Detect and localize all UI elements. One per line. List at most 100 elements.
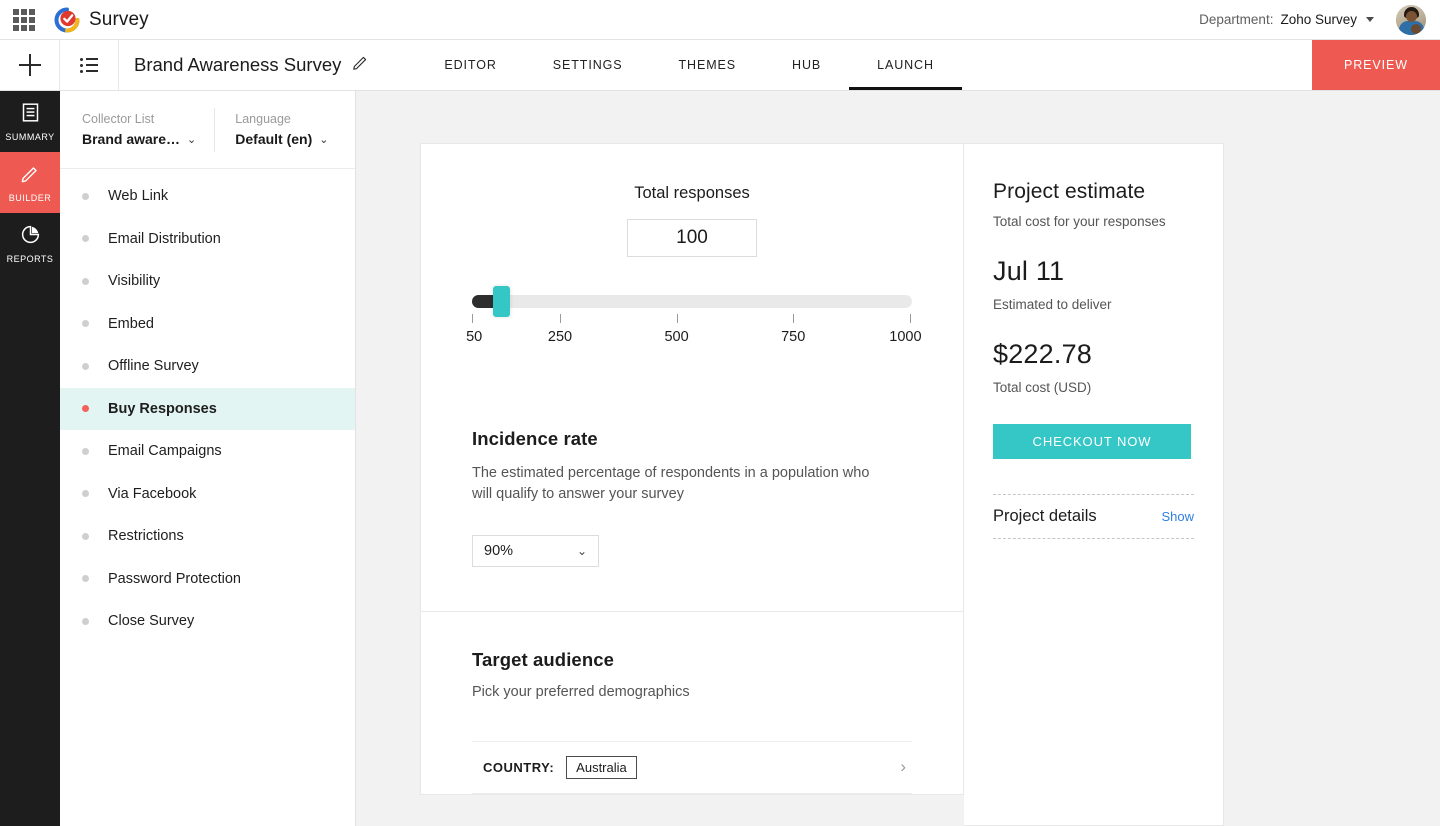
nav-item-label: Password Protection xyxy=(108,570,241,587)
sidebar-item-label: SUMMARY xyxy=(5,131,55,142)
avatar[interactable] xyxy=(1396,4,1426,35)
delivery-caption: Estimated to deliver xyxy=(993,297,1112,312)
status-dot xyxy=(82,405,89,413)
project-estimate-caption: Total cost for your responses xyxy=(993,214,1166,229)
tab-editor[interactable]: EDITOR xyxy=(416,40,524,90)
pencil-edit-icon[interactable] xyxy=(352,54,369,76)
tab-label: SETTINGS xyxy=(552,58,623,72)
status-dot xyxy=(82,320,89,328)
total-cost: $222.78 xyxy=(993,339,1092,369)
total-responses-section: Total responses 100 50 250 500 750 1000 xyxy=(421,144,963,391)
total-responses-title: Total responses xyxy=(634,184,750,202)
incidence-rate-title: Incidence rate xyxy=(472,428,598,449)
language-caption: Language xyxy=(235,112,291,126)
buy-responses-card: Total responses 100 50 250 500 750 1000 … xyxy=(420,143,964,795)
project-estimate-title: Project estimate xyxy=(993,180,1146,203)
sidebar-item-summary[interactable]: SUMMARY xyxy=(0,91,60,152)
chevron-down-icon: ⌄ xyxy=(576,544,587,559)
tab-hub[interactable]: HUB xyxy=(764,40,849,90)
responses-slider[interactable]: 50 250 500 750 1000 xyxy=(466,286,922,349)
department-value[interactable]: Zoho Survey xyxy=(1280,12,1357,27)
preview-button[interactable]: PREVIEW xyxy=(1312,40,1440,90)
app-logo-group[interactable]: Survey xyxy=(54,7,149,33)
sidebar-item-password-protection[interactable]: Password Protection xyxy=(60,558,355,601)
collector-list-caption: Collector List xyxy=(82,112,155,126)
nav-item-label: Via Facebook xyxy=(108,485,197,502)
incidence-rate-value: 90% xyxy=(484,543,514,560)
total-cost-caption: Total cost (USD) xyxy=(993,380,1092,395)
chevron-down-icon: ⌄ xyxy=(319,133,329,146)
caret-down-icon[interactable] xyxy=(1366,17,1374,22)
nav-item-label: Web Link xyxy=(108,188,169,205)
tick-label: 750 xyxy=(781,329,806,345)
status-dot xyxy=(82,277,89,285)
status-dot xyxy=(82,532,89,540)
collector-list-selector[interactable]: Collector List Brand aware… ⌄ xyxy=(60,112,196,147)
project-details-row: Project details Show xyxy=(993,495,1194,539)
tick-label: 50 xyxy=(466,329,483,345)
incidence-rate-select[interactable]: 90% ⌄ xyxy=(472,535,599,568)
sidebar-item-buy-responses[interactable]: Buy Responses xyxy=(60,387,355,430)
tab-label: LAUNCH xyxy=(877,58,934,72)
sidebar-item-offline-survey[interactable]: Offline Survey xyxy=(60,345,355,388)
sidebar-item-label: BUILDER xyxy=(8,192,52,203)
sidebar-item-email-campaigns[interactable]: Email Campaigns xyxy=(60,430,355,473)
sidebar-item-embed[interactable]: Embed xyxy=(60,303,355,346)
sidebar-item-via-facebook[interactable]: Via Facebook xyxy=(60,473,355,516)
target-audience-title: Target audience xyxy=(472,649,615,671)
document-icon xyxy=(20,102,41,128)
nav-item-label: Email Campaigns xyxy=(108,443,222,460)
add-survey-button[interactable] xyxy=(0,40,60,90)
language-selector[interactable]: Language Default (en) ⌄ xyxy=(214,107,328,152)
checkout-now-button[interactable]: CHECKOUT NOW xyxy=(993,424,1191,459)
list-view-icon xyxy=(80,57,98,73)
status-dot xyxy=(82,575,89,583)
main-tabs: EDITOR SETTINGS THEMES HUB LAUNCH xyxy=(416,40,962,90)
slider-handle[interactable] xyxy=(493,286,510,317)
status-dot xyxy=(82,447,89,455)
grid-apps-icon[interactable] xyxy=(12,8,36,32)
country-value[interactable]: Australia xyxy=(566,755,637,779)
app-name: Survey xyxy=(89,8,149,30)
tab-themes[interactable]: THEMES xyxy=(651,40,765,90)
show-details-link[interactable]: Show xyxy=(1161,509,1194,524)
nav-item-label: Visibility xyxy=(108,273,161,290)
language-value: Default (en) ⌄ xyxy=(235,131,328,147)
incidence-rate-section: Incidence rate The estimated percentage … xyxy=(421,391,963,611)
status-dot xyxy=(82,617,89,625)
target-audience-section: Target audience Pick your preferred demo… xyxy=(421,612,963,794)
target-audience-description: Pick your preferred demographics xyxy=(472,684,690,701)
survey-toolbar: Brand Awareness Survey EDITOR SETTINGS T… xyxy=(0,40,1440,91)
sidebar-item-visibility[interactable]: Visibility xyxy=(60,260,355,303)
incidence-rate-description: The estimated percentage of respondents … xyxy=(472,465,870,502)
tick-label: 1000 xyxy=(889,329,922,345)
slider-tick-marks xyxy=(472,314,912,324)
nav-item-label: Restrictions xyxy=(108,528,184,545)
total-responses-input[interactable]: 100 xyxy=(627,219,757,257)
collector-panel: Collector List Brand aware… ⌄ Language D… xyxy=(60,91,356,826)
survey-list-button[interactable] xyxy=(60,40,119,90)
nav-item-label: Embed xyxy=(108,315,154,332)
collector-list-text: Brand aware… xyxy=(82,131,181,147)
collector-nav-list: Web Link Email Distribution Visibility E… xyxy=(60,169,355,643)
sidebar-item-email-distribution[interactable]: Email Distribution xyxy=(60,218,355,261)
sidebar-item-close-survey[interactable]: Close Survey xyxy=(60,600,355,643)
nav-item-label: Buy Responses xyxy=(108,400,217,417)
chevron-right-icon[interactable]: › xyxy=(900,757,906,777)
top-bar-right: Department: Zoho Survey xyxy=(1199,4,1440,35)
sidebar-item-restrictions[interactable]: Restrictions xyxy=(60,515,355,558)
language-text: Default (en) xyxy=(235,131,313,147)
tab-launch[interactable]: LAUNCH xyxy=(849,40,962,90)
sidebar-item-web-link[interactable]: Web Link xyxy=(60,175,355,218)
sidebar-item-reports[interactable]: REPORTS xyxy=(0,213,60,274)
nav-item-label: Close Survey xyxy=(108,613,195,630)
slider-track[interactable] xyxy=(472,286,912,317)
department-label: Department: xyxy=(1199,12,1274,27)
country-row[interactable]: COUNTRY: Australia › xyxy=(472,740,912,794)
sidebar-item-label: REPORTS xyxy=(6,253,54,264)
pencil-icon xyxy=(20,163,41,189)
status-dot xyxy=(82,490,89,498)
sidebar-item-builder[interactable]: BUILDER xyxy=(0,152,60,213)
tab-settings[interactable]: SETTINGS xyxy=(525,40,651,90)
project-details-label: Project details xyxy=(993,507,1097,525)
